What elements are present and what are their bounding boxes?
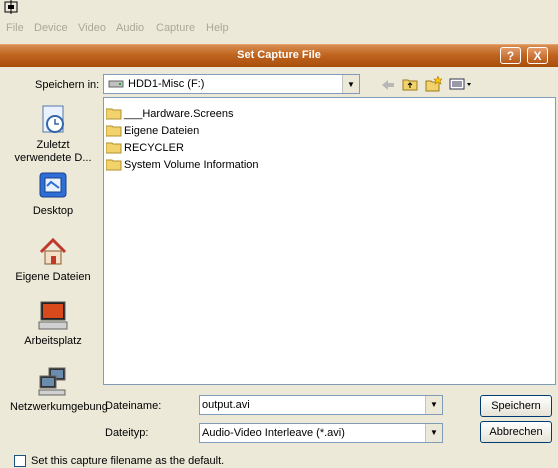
file-name: System Volume Information: [124, 159, 259, 171]
menu-video[interactable]: Video: [78, 22, 106, 34]
list-item[interactable]: System Volume Information: [106, 157, 259, 173]
folder-icon: [106, 142, 122, 154]
default-checkbox-label: Set this capture filename as the default…: [31, 455, 225, 467]
place-my-computer[interactable]: Arbeitsplatz: [10, 300, 96, 348]
place-my-documents[interactable]: Eigene Dateien: [10, 236, 96, 284]
view-menu-icon[interactable]: [449, 78, 473, 90]
menu-file[interactable]: File: [6, 22, 24, 34]
chevron-down-icon[interactable]: ▼: [342, 75, 359, 93]
new-folder-icon[interactable]: [425, 76, 442, 92]
list-item[interactable]: Eigene Dateien: [106, 123, 199, 139]
app-icon: [4, 0, 18, 14]
my-computer-icon: [38, 301, 68, 330]
menu-capture[interactable]: Capture: [156, 22, 195, 34]
list-item[interactable]: ___Hardware.Screens: [106, 106, 233, 122]
chevron-down-icon[interactable]: ▼: [425, 396, 442, 414]
place-my-documents-label: Eigene Dateien: [15, 271, 91, 283]
close-button[interactable]: X: [527, 47, 548, 64]
menu-device[interactable]: Device: [34, 22, 68, 34]
place-recent[interactable]: Zuletzt verwendete D...: [10, 104, 96, 165]
cancel-button[interactable]: Abbrechen: [480, 421, 552, 443]
default-checkbox[interactable]: [14, 455, 26, 467]
recent-documents-icon: [42, 105, 64, 133]
folder-icon: [106, 125, 122, 137]
look-in-value: HDD1-Misc (F:): [128, 78, 205, 90]
file-name: ___Hardware.Screens: [124, 108, 234, 120]
menu-audio[interactable]: Audio: [116, 22, 144, 34]
desktop-icon: [39, 172, 67, 198]
place-network-label: Netzwerkumgebung: [10, 401, 108, 413]
file-name: Eigene Dateien: [124, 125, 200, 137]
menu-help[interactable]: Help: [206, 22, 229, 34]
dialog-titlebar[interactable]: Set Capture File ? X: [0, 44, 558, 67]
filename-label: Dateiname:: [105, 400, 162, 412]
filetype-combo[interactable]: Audio-Video Interleave (*.avi) ▼: [199, 423, 443, 443]
folder-icon: [106, 159, 122, 171]
my-documents-icon: [39, 237, 67, 265]
filename-value: output.avi: [202, 399, 250, 411]
drive-icon: [108, 80, 124, 88]
place-my-computer-label: Arbeitsplatz: [24, 335, 82, 347]
folder-icon: [106, 108, 122, 120]
place-desktop-label: Desktop: [32, 205, 74, 217]
filetype-value: Audio-Video Interleave (*.avi): [202, 427, 345, 439]
file-name: RECYCLER: [124, 142, 184, 154]
list-item[interactable]: RECYCLER: [106, 140, 184, 156]
look-in-combo[interactable]: HDD1-Misc (F:) ▼: [103, 74, 360, 94]
network-places-icon: [38, 367, 66, 396]
up-folder-icon[interactable]: [402, 77, 418, 91]
save-button[interactable]: Speichern: [480, 395, 552, 417]
chevron-down-icon[interactable]: ▼: [425, 424, 442, 442]
dialog-title: Set Capture File: [237, 49, 321, 61]
app-menubar: File Device Video Audio Capture Help: [0, 20, 558, 38]
place-recent-label: Zuletzt verwendete D...: [14, 139, 92, 164]
look-in-label: Speichern in:: [35, 79, 100, 91]
help-button[interactable]: ?: [500, 47, 521, 64]
back-icon[interactable]: [381, 79, 395, 91]
filename-input[interactable]: output.avi ▼: [199, 395, 443, 415]
filetype-label: Dateityp:: [105, 427, 149, 439]
place-network[interactable]: Netzwerkumgebung: [10, 366, 108, 414]
place-desktop[interactable]: Desktop: [10, 170, 96, 218]
file-list[interactable]: ___Hardware.Screens Eigene Dateien RECYC…: [103, 97, 556, 385]
